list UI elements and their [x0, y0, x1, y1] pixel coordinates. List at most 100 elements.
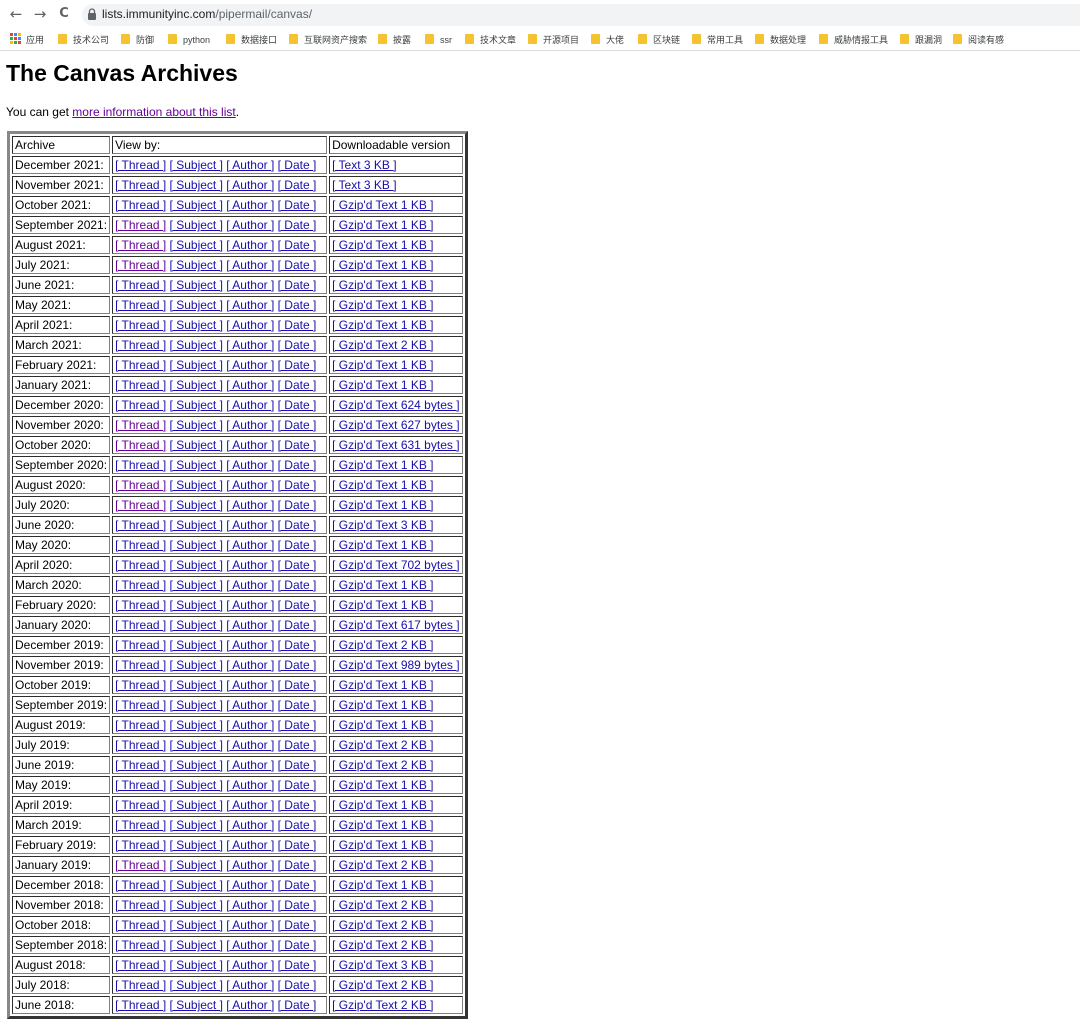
bookmark-folder[interactable]: 技术文章 — [465, 33, 516, 47]
download-link[interactable]: [ Gzip'd Text 2 KB ] — [332, 898, 433, 912]
thread-link[interactable]: [ Thread ] — [115, 658, 166, 672]
date-link[interactable]: [ Date ] — [278, 358, 317, 372]
download-link[interactable]: [ Gzip'd Text 1 KB ] — [332, 478, 433, 492]
thread-link[interactable]: [ Thread ] — [115, 538, 166, 552]
thread-link[interactable]: [ Thread ] — [115, 878, 166, 892]
thread-link[interactable]: [ Thread ] — [115, 298, 166, 312]
author-link[interactable]: [ Author ] — [226, 678, 274, 692]
subject-link[interactable]: [ Subject ] — [170, 378, 223, 392]
bookmark-folder[interactable]: 开源项目 — [528, 33, 579, 47]
date-link[interactable]: [ Date ] — [278, 858, 317, 872]
thread-link[interactable]: [ Thread ] — [115, 978, 166, 992]
thread-link[interactable]: [ Thread ] — [115, 818, 166, 832]
date-link[interactable]: [ Date ] — [278, 738, 317, 752]
date-link[interactable]: [ Date ] — [278, 438, 317, 452]
date-link[interactable]: [ Date ] — [278, 898, 317, 912]
subject-link[interactable]: [ Subject ] — [170, 618, 223, 632]
author-link[interactable]: [ Author ] — [226, 778, 274, 792]
thread-link[interactable]: [ Thread ] — [115, 278, 166, 292]
bookmark-folder[interactable]: 大佬 — [591, 33, 624, 47]
download-link[interactable]: [ Gzip'd Text 1 KB ] — [332, 878, 433, 892]
author-link[interactable]: [ Author ] — [226, 918, 274, 932]
thread-link[interactable]: [ Thread ] — [115, 358, 166, 372]
thread-link[interactable]: [ Thread ] — [115, 578, 166, 592]
download-link[interactable]: [ Gzip'd Text 2 KB ] — [332, 998, 433, 1012]
date-link[interactable]: [ Date ] — [278, 998, 317, 1012]
download-link[interactable]: [ Gzip'd Text 1 KB ] — [332, 318, 433, 332]
download-link[interactable]: [ Gzip'd Text 1 KB ] — [332, 218, 433, 232]
author-link[interactable]: [ Author ] — [226, 598, 274, 612]
download-link[interactable]: [ Gzip'd Text 1 KB ] — [332, 278, 433, 292]
thread-link[interactable]: [ Thread ] — [115, 958, 166, 972]
bookmark-folder[interactable]: 威胁情报工具 — [819, 33, 888, 47]
download-link[interactable]: [ Gzip'd Text 1 KB ] — [332, 598, 433, 612]
subject-link[interactable]: [ Subject ] — [170, 818, 223, 832]
thread-link[interactable]: [ Thread ] — [115, 258, 166, 272]
date-link[interactable]: [ Date ] — [278, 838, 317, 852]
thread-link[interactable]: [ Thread ] — [115, 238, 166, 252]
author-link[interactable]: [ Author ] — [226, 218, 274, 232]
subject-link[interactable]: [ Subject ] — [170, 738, 223, 752]
date-link[interactable]: [ Date ] — [278, 278, 317, 292]
author-link[interactable]: [ Author ] — [226, 278, 274, 292]
date-link[interactable]: [ Date ] — [278, 958, 317, 972]
thread-link[interactable]: [ Thread ] — [115, 438, 166, 452]
thread-link[interactable]: [ Thread ] — [115, 318, 166, 332]
author-link[interactable]: [ Author ] — [226, 238, 274, 252]
thread-link[interactable]: [ Thread ] — [115, 738, 166, 752]
author-link[interactable]: [ Author ] — [226, 558, 274, 572]
subject-link[interactable]: [ Subject ] — [170, 438, 223, 452]
author-link[interactable]: [ Author ] — [226, 478, 274, 492]
subject-link[interactable]: [ Subject ] — [170, 458, 223, 472]
download-link[interactable]: [ Gzip'd Text 1 KB ] — [332, 358, 433, 372]
author-link[interactable]: [ Author ] — [226, 818, 274, 832]
date-link[interactable]: [ Date ] — [278, 678, 317, 692]
download-link[interactable]: [ Gzip'd Text 1 KB ] — [332, 298, 433, 312]
date-link[interactable]: [ Date ] — [278, 238, 317, 252]
download-link[interactable]: [ Gzip'd Text 2 KB ] — [332, 938, 433, 952]
download-link[interactable]: [ Gzip'd Text 2 KB ] — [332, 338, 433, 352]
author-link[interactable]: [ Author ] — [226, 498, 274, 512]
subject-link[interactable]: [ Subject ] — [170, 998, 223, 1012]
thread-link[interactable]: [ Thread ] — [115, 798, 166, 812]
date-link[interactable]: [ Date ] — [278, 558, 317, 572]
date-link[interactable]: [ Date ] — [278, 778, 317, 792]
bookmark-folder[interactable]: 区块链 — [638, 33, 680, 47]
author-link[interactable]: [ Author ] — [226, 518, 274, 532]
subject-link[interactable]: [ Subject ] — [170, 698, 223, 712]
author-link[interactable]: [ Author ] — [226, 258, 274, 272]
date-link[interactable]: [ Date ] — [278, 378, 317, 392]
thread-link[interactable]: [ Thread ] — [115, 718, 166, 732]
thread-link[interactable]: [ Thread ] — [115, 378, 166, 392]
author-link[interactable]: [ Author ] — [226, 978, 274, 992]
download-link[interactable]: [ Gzip'd Text 1 KB ] — [332, 578, 433, 592]
date-link[interactable]: [ Date ] — [278, 818, 317, 832]
date-link[interactable]: [ Date ] — [278, 298, 317, 312]
subject-link[interactable]: [ Subject ] — [170, 598, 223, 612]
subject-link[interactable]: [ Subject ] — [170, 318, 223, 332]
author-link[interactable]: [ Author ] — [226, 458, 274, 472]
subject-link[interactable]: [ Subject ] — [170, 798, 223, 812]
author-link[interactable]: [ Author ] — [226, 798, 274, 812]
date-link[interactable]: [ Date ] — [278, 318, 317, 332]
download-link[interactable]: [ Gzip'd Text 1 KB ] — [332, 818, 433, 832]
author-link[interactable]: [ Author ] — [226, 878, 274, 892]
download-link[interactable]: [ Gzip'd Text 1 KB ] — [332, 238, 433, 252]
subject-link[interactable]: [ Subject ] — [170, 578, 223, 592]
author-link[interactable]: [ Author ] — [226, 378, 274, 392]
thread-link[interactable]: [ Thread ] — [115, 638, 166, 652]
subject-link[interactable]: [ Subject ] — [170, 538, 223, 552]
download-link[interactable]: [ Gzip'd Text 2 KB ] — [332, 638, 433, 652]
date-link[interactable]: [ Date ] — [278, 218, 317, 232]
subject-link[interactable]: [ Subject ] — [170, 658, 223, 672]
author-link[interactable]: [ Author ] — [226, 318, 274, 332]
author-link[interactable]: [ Author ] — [226, 438, 274, 452]
subject-link[interactable]: [ Subject ] — [170, 418, 223, 432]
download-link[interactable]: [ Gzip'd Text 2 KB ] — [332, 918, 433, 932]
subject-link[interactable]: [ Subject ] — [170, 218, 223, 232]
author-link[interactable]: [ Author ] — [226, 718, 274, 732]
author-link[interactable]: [ Author ] — [226, 858, 274, 872]
thread-link[interactable]: [ Thread ] — [115, 698, 166, 712]
subject-link[interactable]: [ Subject ] — [170, 918, 223, 932]
bookmark-folder[interactable]: ssr — [425, 33, 452, 47]
